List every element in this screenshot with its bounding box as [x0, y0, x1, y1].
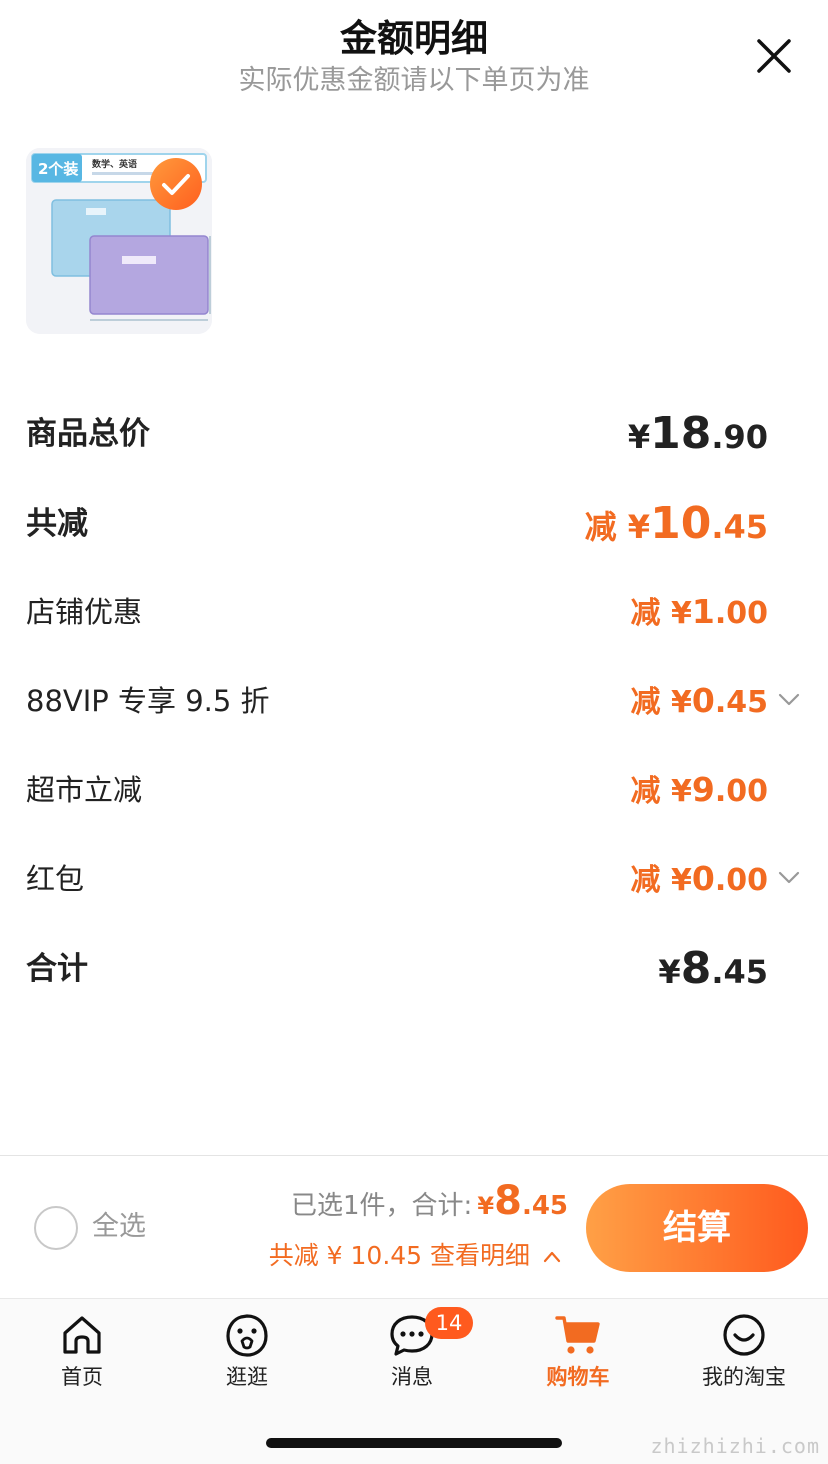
total-discount-amount: 减 ¥10.45: [584, 498, 768, 549]
package-text: 数学、英语: [92, 158, 137, 170]
row-label: 超市立减: [26, 773, 143, 807]
total-price-amount: ¥18.90: [627, 408, 768, 459]
total-currency: ¥: [477, 1192, 495, 1220]
row-label: 共减: [26, 506, 88, 542]
tab-browse[interactable]: 逛逛: [172, 1307, 322, 1397]
product-selected-checkbox[interactable]: [150, 158, 202, 210]
store-discount-amount: 减 ¥1.00: [630, 592, 768, 631]
selected-count-text: 已选1件，合计:: [290, 1191, 473, 1221]
grand-total-amount: ¥8.45: [658, 943, 768, 994]
row-grand-total: 合计 ¥8.45: [26, 939, 802, 999]
view-details-link[interactable]: 共减 ¥ 10.45 查看明细: [269, 1236, 562, 1272]
select-all-toggle[interactable]: 全选: [34, 1204, 234, 1250]
close-icon: [757, 39, 791, 73]
tab-cart[interactable]: 购物车: [503, 1307, 653, 1397]
row-label: 店铺优惠: [26, 595, 143, 629]
message-count-badge: 14: [425, 1307, 473, 1339]
row-label: 88VIP 专享 9.5 折: [26, 684, 270, 718]
row-label: 商品总价: [26, 416, 150, 452]
pack-label: 2个装: [38, 160, 79, 178]
home-icon: [63, 1316, 101, 1354]
tab-profile[interactable]: 我的淘宝: [669, 1307, 819, 1397]
select-all-label: 全选: [92, 1211, 146, 1242]
tab-messages[interactable]: 消息 14: [337, 1307, 487, 1397]
tab-home[interactable]: 首页: [7, 1307, 157, 1397]
total-int: 8: [494, 1178, 522, 1224]
page-subtitle: 实际优惠金额请以下单页为准: [238, 65, 590, 96]
row-vip-discount[interactable]: 88VIP 专享 9.5 折 减 ¥0.45: [26, 671, 802, 731]
watermark: zhizhizhi.com: [650, 1434, 820, 1458]
row-total-price: 商品总价 ¥18.90: [26, 404, 802, 464]
total-dec: .45: [521, 1191, 568, 1221]
tab-label: 消息: [391, 1365, 433, 1389]
cart-icon: [555, 1316, 600, 1354]
red-packet-amount: 减 ¥0.00: [630, 859, 768, 898]
row-label: 红包: [26, 862, 85, 896]
tab-label: 我的淘宝: [702, 1365, 786, 1389]
checkout-summary: 已选1件，合计: ¥8.45: [291, 1178, 568, 1224]
home-indicator: [266, 1438, 562, 1448]
chevron-down-icon[interactable]: [776, 687, 802, 713]
check-icon: [162, 174, 190, 195]
tab-label: 首页: [61, 1365, 103, 1389]
header: 金额明细 实际优惠金额请以下单页为准: [0, 0, 828, 110]
tab-label: 逛逛: [226, 1365, 268, 1389]
profile-icon: [723, 1314, 765, 1356]
select-all-radio[interactable]: [34, 1206, 78, 1250]
checkout-bar: 全选 已选1件，合计: ¥8.45 共减 ¥ 10.45 查看明细 结算: [0, 1155, 828, 1298]
chevron-up-icon: [543, 1251, 561, 1263]
row-store-discount: 店铺优惠 减 ¥1.00: [26, 582, 802, 642]
row-total-discount: 共减 减 ¥10.45: [26, 494, 802, 554]
market-discount-amount: 减 ¥9.00: [630, 770, 768, 809]
page-title: 金额明细: [340, 17, 488, 60]
row-market-discount: 超市立减 减 ¥9.00: [26, 760, 802, 820]
vip-discount-amount: 减 ¥0.45: [630, 681, 768, 720]
row-red-packet[interactable]: 红包 减 ¥0.00: [26, 849, 802, 909]
chevron-down-icon[interactable]: [776, 865, 802, 891]
close-button[interactable]: [754, 36, 794, 76]
tab-label: 购物车: [546, 1365, 610, 1389]
row-label: 合计: [26, 951, 88, 987]
discount-summary-text: 共减 ¥ 10.45 查看明细: [268, 1241, 531, 1270]
browse-icon: [226, 1314, 268, 1357]
checkout-button[interactable]: 结算: [586, 1184, 808, 1272]
